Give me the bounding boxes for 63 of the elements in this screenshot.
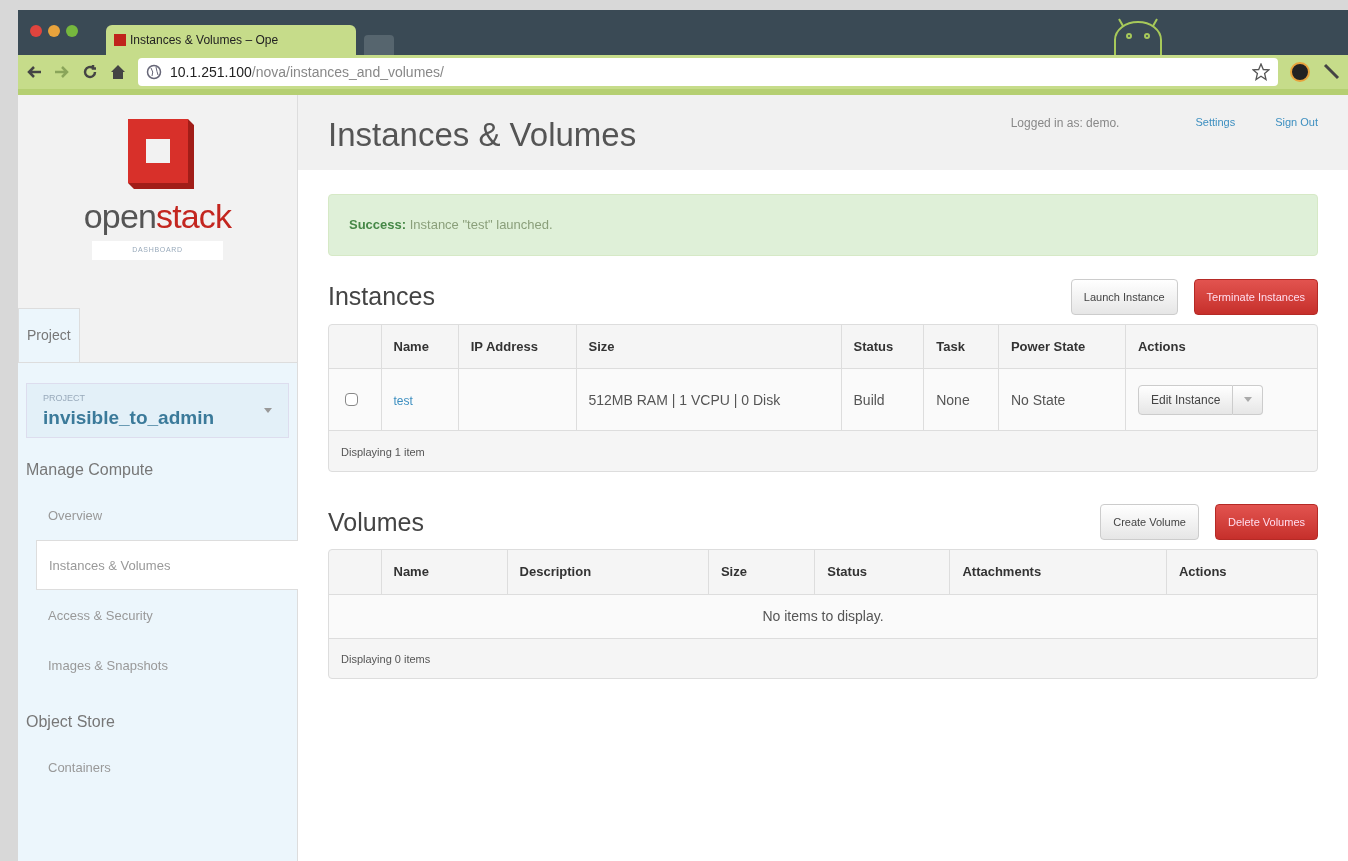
sidebar-tab[interactable]: Project xyxy=(18,308,80,362)
column-header: Name xyxy=(381,550,508,594)
empty-message: No items to display. xyxy=(762,608,884,624)
url-text: 10.1.251.100/nova/instances_and_volumes/ xyxy=(170,62,444,82)
back-arrow-icon[interactable] xyxy=(26,65,42,79)
column-header: Attachments xyxy=(949,550,1167,594)
danger-button[interactable]: Terminate Instances xyxy=(1193,278,1318,315)
column-header: Actions xyxy=(1166,550,1317,594)
address-bar[interactable]: 10.1.251.100/nova/instances_and_volumes/ xyxy=(138,58,1278,86)
table-footer-text: Displaying 1 item xyxy=(341,445,425,458)
nav-section-title: Manage Compute xyxy=(25,460,155,481)
column-header: Status xyxy=(814,550,950,594)
logo-wordmark: openstack xyxy=(83,199,232,233)
logged-in-text: Logged in as: demo. xyxy=(1010,115,1120,132)
column-header: Status xyxy=(841,324,924,369)
extension-icon[interactable] xyxy=(1290,62,1310,82)
home-icon[interactable] xyxy=(110,64,126,80)
section-title: Volumes xyxy=(328,506,425,538)
table-cell: None xyxy=(936,391,970,408)
nav-item[interactable]: Overview xyxy=(18,490,297,541)
header-link[interactable]: Settings xyxy=(1195,114,1236,131)
danger-button[interactable]: Delete Volumes xyxy=(1214,504,1318,541)
nav-item[interactable]: Images & Snapshots xyxy=(18,640,297,691)
nav-item[interactable]: Containers xyxy=(18,742,297,793)
edit-instance-button[interactable]: Edit Instance xyxy=(1137,384,1234,415)
browser-tab[interactable]: Instances & Volumes – Ope xyxy=(106,25,356,55)
table-cell: Build xyxy=(853,391,885,408)
column-header: Task xyxy=(923,324,999,369)
column-header: Description xyxy=(507,550,709,594)
table-cell: 512MB RAM | 1 VCPU | 0 Disk xyxy=(588,391,781,408)
globe-icon xyxy=(146,64,162,80)
table-footer-text: Displaying 0 items xyxy=(341,653,431,666)
caret-icon xyxy=(1243,397,1252,402)
caret-icon xyxy=(264,408,272,414)
nav-section-title: Object Store xyxy=(25,712,116,733)
table-cell: No State xyxy=(1010,391,1066,408)
column-header: Size xyxy=(708,550,815,594)
header-link[interactable]: Sign Out xyxy=(1275,114,1318,131)
page-title: Instances & Volumes xyxy=(328,115,638,155)
tab-title: Instances & Volumes – Ope xyxy=(130,32,279,49)
maximize-window-icon[interactable] xyxy=(66,25,78,37)
section-title: Instances xyxy=(328,281,436,312)
column-header: Power State xyxy=(998,324,1126,369)
dropdown-toggle[interactable] xyxy=(1233,384,1264,415)
column-header: Size xyxy=(576,324,841,369)
action-button[interactable]: Launch Instance xyxy=(1070,278,1178,315)
reload-icon[interactable] xyxy=(82,64,98,80)
favicon-icon xyxy=(114,34,126,46)
project-name: invisible_to_admin xyxy=(43,405,216,430)
minimize-window-icon[interactable] xyxy=(48,25,60,37)
project-selector[interactable]: PROJECT invisible_to_admin xyxy=(26,383,289,439)
instance-link[interactable]: test xyxy=(393,393,413,408)
column-header: Actions xyxy=(1125,324,1317,369)
star-icon[interactable] xyxy=(1252,63,1270,81)
action-button[interactable]: Create Volume xyxy=(1100,504,1199,541)
nav-item[interactable]: Access & Security xyxy=(18,590,297,641)
column-header: IP Address xyxy=(458,324,576,369)
column-header: Name xyxy=(381,324,459,369)
nav-item[interactable]: Instances & Volumes xyxy=(36,540,298,591)
row-checkbox[interactable] xyxy=(345,393,358,406)
close-window-icon[interactable] xyxy=(30,25,42,37)
project-label: PROJECT xyxy=(43,392,86,405)
alert-message: Success: Instance "test" launched. xyxy=(349,216,553,235)
